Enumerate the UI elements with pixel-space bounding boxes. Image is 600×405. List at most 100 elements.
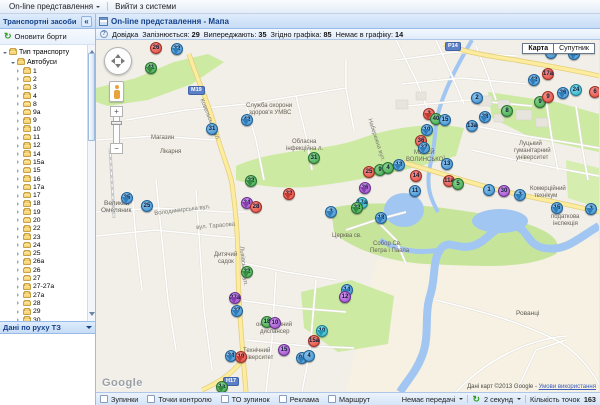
vehicle-marker-2[interactable]: 2	[514, 189, 526, 201]
tree-route-19[interactable]: 19	[0, 208, 95, 216]
expand-icon[interactable]	[17, 218, 21, 223]
legend-checkbox-1[interactable]	[100, 395, 108, 403]
vehicle-marker-19[interactable]: 19	[235, 351, 247, 363]
expand-icon[interactable]	[17, 210, 21, 215]
expand-icon[interactable]	[17, 251, 21, 256]
legend-item-2[interactable]: Точки контролю	[147, 395, 212, 404]
expand-icon[interactable]	[17, 143, 21, 148]
pan-up-icon[interactable]	[115, 51, 121, 58]
tree-route-17[interactable]: 17	[0, 191, 95, 199]
vehicle-marker-10[interactable]: 10	[421, 124, 433, 136]
legend-checkbox-2[interactable]	[147, 395, 156, 403]
map-type-map-button[interactable]: Карта	[522, 43, 555, 54]
vehicle-marker-5[interactable]: 5	[452, 178, 464, 190]
tree-route-2[interactable]: 2	[0, 75, 95, 83]
refresh-boards-button[interactable]: Оновити борти	[15, 32, 67, 41]
expand-icon[interactable]	[17, 118, 21, 123]
tree-route-15а[interactable]: 15а	[0, 158, 95, 166]
tree-route-20[interactable]: 20	[0, 216, 95, 224]
vehicle-marker-27[interactable]: 27	[231, 305, 243, 317]
map-pan-control[interactable]	[104, 47, 132, 75]
vehicle-marker-22[interactable]: 22	[171, 43, 183, 55]
tree-route-28[interactable]: 28	[0, 299, 95, 307]
expand-icon[interactable]	[3, 51, 7, 56]
zoom-in-button[interactable]: +	[110, 106, 123, 117]
tree-scrollbar[interactable]	[87, 45, 95, 321]
expand-icon[interactable]	[17, 309, 21, 314]
expand-icon[interactable]	[17, 102, 21, 107]
vehicle-marker-3[interactable]: 3	[325, 206, 337, 218]
tree-route-8[interactable]: 8	[0, 100, 95, 108]
menu-online-view[interactable]: On-line представлення	[4, 2, 105, 11]
vehicle-marker-13[interactable]: 13	[393, 159, 405, 171]
tree-route-16[interactable]: 16	[0, 175, 95, 183]
tree-route-3[interactable]: 3	[0, 84, 95, 92]
tree-group-buses[interactable]: Автобуси	[0, 57, 95, 67]
expand-icon[interactable]	[17, 268, 21, 273]
vehicle-marker-32[interactable]: 32	[283, 188, 295, 200]
pegman-control[interactable]	[109, 81, 124, 102]
vehicle-marker-37[interactable]: 37	[418, 142, 430, 154]
vehicle-marker-15[interactable]: 15	[278, 344, 290, 356]
vehicle-marker-30[interactable]: 30	[498, 185, 510, 197]
tree-route-23[interactable]: 23	[0, 233, 95, 241]
expand-icon[interactable]	[17, 110, 21, 115]
legend-item-5[interactable]: Маршрут	[328, 395, 370, 404]
expand-icon[interactable]	[17, 185, 21, 190]
expand-icon[interactable]	[17, 293, 21, 298]
tree-route-27[interactable]: 27	[0, 274, 95, 282]
interval-dropdown[interactable]: 2 секунд	[484, 395, 513, 404]
tree-route-14[interactable]: 14	[0, 150, 95, 158]
vehicle-marker-15[interactable]: 15	[439, 114, 451, 126]
map-type-satellite-button[interactable]: Супутник	[554, 43, 595, 54]
expand-icon[interactable]	[17, 193, 21, 198]
vehicle-marker-15а[interactable]: 15а	[308, 335, 320, 347]
tree-route-9а[interactable]: 9а	[0, 108, 95, 116]
pan-down-icon[interactable]	[115, 64, 121, 71]
pan-left-icon[interactable]	[108, 58, 115, 64]
vehicle-marker-27а[interactable]: 27а	[229, 292, 241, 304]
terms-link[interactable]: Умови використання	[539, 384, 596, 390]
scroll-down-icon[interactable]	[89, 312, 95, 319]
legend-item-4[interactable]: Реклама	[278, 395, 319, 404]
tree-route-26а[interactable]: 26а	[0, 258, 95, 266]
tree-route-18[interactable]: 18	[0, 200, 95, 208]
vehicle-marker-13а[interactable]: 13а	[466, 120, 478, 132]
vehicle-marker-9[interactable]: 9	[542, 91, 554, 103]
vehicle-marker-2[interactable]: 2	[471, 92, 483, 104]
legend-checkbox-3[interactable]	[220, 395, 229, 403]
vehicle-marker-15[interactable]: 15	[551, 202, 563, 214]
vehicle-marker-2[interactable]: 2	[585, 203, 597, 215]
vehicle-marker-25[interactable]: 25	[141, 200, 153, 212]
expand-icon[interactable]	[17, 85, 21, 90]
vehicle-marker-28[interactable]: 28	[250, 201, 262, 213]
vehicle-marker-25[interactable]: 25	[121, 192, 133, 204]
tree-route-24[interactable]: 24	[0, 241, 95, 249]
expand-icon[interactable]	[17, 77, 21, 82]
vehicle-marker-14[interactable]: 14	[410, 170, 422, 182]
expand-icon[interactable]	[17, 259, 21, 264]
tree-route-30[interactable]: 30	[0, 316, 95, 321]
vehicle-marker-26[interactable]: 26	[150, 42, 162, 54]
vehicle-marker-11[interactable]: 11	[409, 185, 421, 197]
tree-route-1[interactable]: 1	[0, 67, 95, 75]
expand-icon[interactable]	[17, 69, 21, 74]
tree-route-22[interactable]: 22	[0, 225, 95, 233]
tree-route-15[interactable]: 15	[0, 167, 95, 175]
vehicle-marker-18[interactable]: 18	[375, 212, 387, 224]
tree-route-9[interactable]: 9	[0, 117, 95, 125]
vehicle-marker-1[interactable]: 1	[483, 184, 495, 196]
expand-icon[interactable]	[17, 243, 21, 248]
vehicle-marker-4[interactable]: 4	[303, 350, 315, 362]
vehicle-marker-8[interactable]: 8	[501, 105, 513, 117]
vehicle-marker-6[interactable]: 6	[589, 86, 599, 98]
expand-icon[interactable]	[17, 177, 21, 181]
expand-icon[interactable]	[17, 94, 21, 99]
movement-data-panel-header[interactable]: Дані по руху ТЗ	[0, 321, 95, 334]
vehicle-marker-26[interactable]: 26	[557, 87, 569, 99]
tree-route-27а[interactable]: 27а	[0, 291, 95, 299]
expand-icon[interactable]	[17, 152, 21, 157]
vehicle-marker-41[interactable]: 41	[145, 62, 157, 74]
help-link[interactable]: Довідка	[112, 30, 138, 39]
legend-checkbox-4[interactable]	[278, 395, 287, 403]
